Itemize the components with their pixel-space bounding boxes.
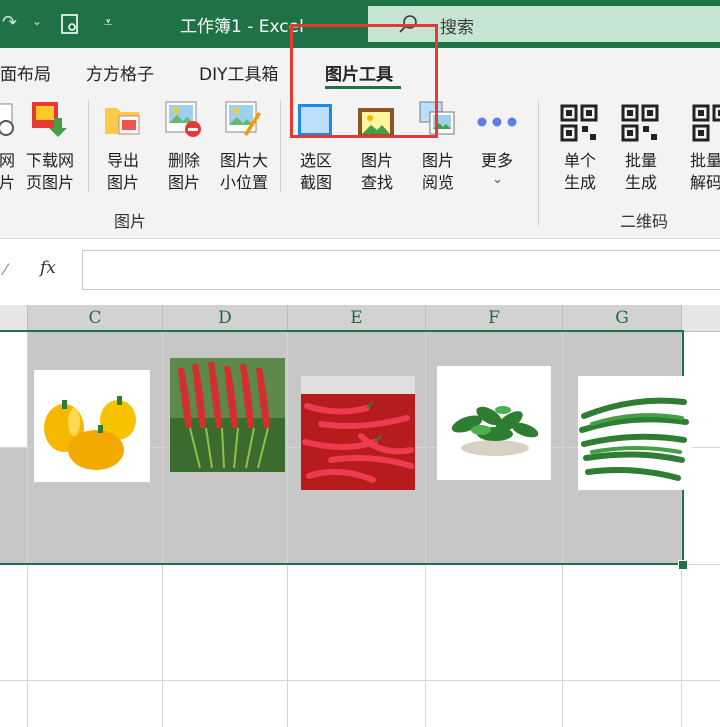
download-web-image-button[interactable] [30,100,68,142]
more-chevron-icon[interactable]: ⌄ [492,172,503,187]
tab-fangfang-gezi[interactable]: 方方格子 [86,60,154,85]
chevron-down-icon[interactable]: ⌄ [32,14,42,28]
folder-export-icon [105,108,140,135]
yellow-peppers-image[interactable] [34,370,150,482]
group-label-images: 图片 [114,212,147,231]
qrcode-single-label: 单个 生成 [563,151,596,192]
column-header-e[interactable]: E [288,305,426,332]
qrcode-icon [560,104,598,142]
export-image-label: 导出 图片 [106,151,139,192]
cancel-entry-icon[interactable]: ⁄ [4,260,7,279]
column-header-d[interactable]: D [163,305,288,332]
save-icon[interactable] [58,12,82,36]
image-size-position-label: 图片大 小位置 [219,151,268,192]
qrcode-batch-button[interactable] [621,104,659,146]
more-label: 更多 [480,151,513,170]
redo-icon[interactable]: ↷ [2,12,17,33]
highlight-box [290,24,438,138]
green-peppers-bowl-image[interactable] [437,366,551,480]
qrcode-single-button[interactable] [560,104,598,146]
qrcode-icon [692,104,720,142]
qrcode-decode-button[interactable] [692,104,720,146]
long-green-chilies-image[interactable] [578,376,692,490]
export-image-button[interactable] [103,100,141,142]
red-chili-bunch-image[interactable] [170,358,285,472]
search-placeholder: 搜索 [440,18,474,38]
column-header-f[interactable]: F [426,305,563,332]
formula-input[interactable] [82,250,720,290]
column-header-g[interactable]: G [563,305,682,332]
delete-image-label: 删除 图片 [167,151,200,192]
web-image-button[interactable] [0,100,24,142]
image-size-position-button[interactable] [224,100,262,142]
customize-qat-icon[interactable]: ⩡ [104,13,112,31]
insert-function-icon[interactable]: fx [40,258,56,278]
formula-bar: ⁄ fx [0,250,720,292]
group-label-qrcode: 二维码 [620,212,669,231]
more-dots-icon [477,117,517,127]
region-screenshot-label: 选区 截图 [299,151,332,192]
download-web-image-label: 下载网 页图片 [25,151,74,192]
qrcode-batch-label: 批量 生成 [624,151,657,192]
ribbon-separator [280,100,281,192]
delete-image-button[interactable] [164,100,202,142]
column-header-b[interactable] [0,305,28,332]
more-button[interactable] [476,112,518,136]
download-image-icon [32,102,67,137]
gridline [0,680,720,681]
fill-handle[interactable] [678,560,688,570]
image-resize-icon [225,101,261,136]
tab-diy-toolbox[interactable]: DIY工具箱 [199,60,279,85]
qrcode-icon [621,104,659,142]
tab-page-layout[interactable]: 面布局 [0,60,51,85]
ribbon-separator [88,100,89,192]
web-image-icon [0,103,14,136]
window-title: 工作簿1 - Excel [180,17,304,37]
image-preview-label: 图片 阅览 [421,151,454,192]
column-header-c[interactable]: C [28,305,163,332]
qrcode-decode-label: 批量 解码 [690,151,720,192]
column-header-h[interactable] [682,305,720,332]
image-find-label: 图片 查找 [360,151,393,192]
image-delete-icon [165,101,201,137]
red-chilies-pile-image[interactable] [301,376,415,490]
ribbon-group-separator [538,100,539,226]
